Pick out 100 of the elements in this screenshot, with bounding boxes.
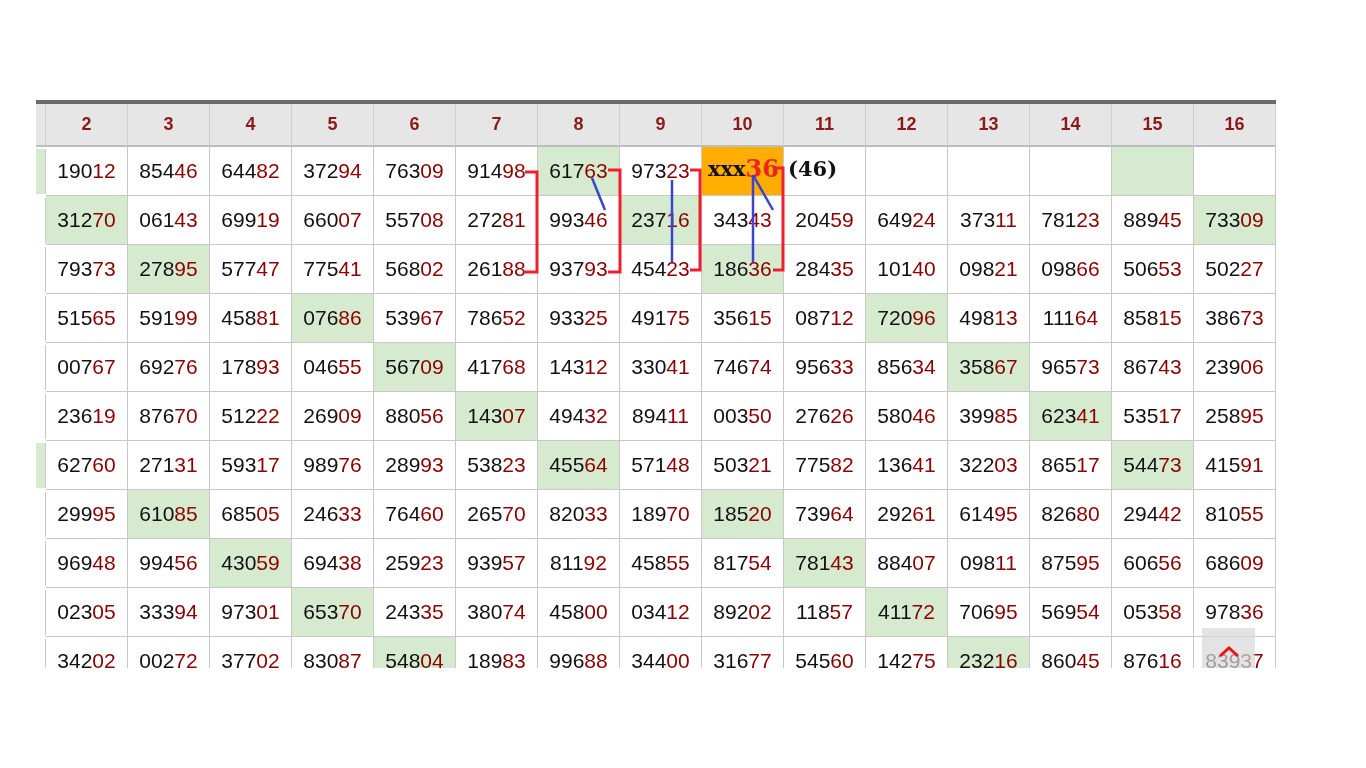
table-cell: 35867 [948,343,1030,392]
table-cell: 28993 [374,441,456,490]
table-cell: 34400 [620,637,702,668]
table-cell: 45564 [538,441,620,490]
table-cell: 89411 [620,392,702,441]
table-cell: 78143 [784,539,866,588]
table-cell: 45800 [538,588,620,637]
table-cell: 85446 [128,147,210,196]
table-cell: 26188 [456,245,538,294]
table-cell: 72096 [866,294,948,343]
table-cell: 76309 [374,147,456,196]
table-cell: 85815 [1112,294,1194,343]
table-cell: 99688 [538,637,620,668]
table-cell: 95633 [784,343,866,392]
column-header: 8 [538,104,620,147]
table-cell: 23906 [1194,343,1276,392]
table-cell: 81055 [1194,490,1276,539]
table-cell: 25895 [1194,392,1276,441]
column-header: 6 [374,104,456,147]
table-cell: 61495 [948,490,1030,539]
table-cell: 77582 [784,441,866,490]
table-cell: 18520 [702,490,784,539]
table-cell: 17893 [210,343,292,392]
table-cell: 14307 [456,392,538,441]
column-header: 7 [456,104,538,147]
table-cell: 60656 [1112,539,1194,588]
header-cell [36,104,46,147]
table-cell: 74674 [702,343,784,392]
table-cell: 93793 [538,245,620,294]
table-cell: 41591 [1194,441,1276,490]
table-cell: 66007 [292,196,374,245]
table-cell: 54560 [784,637,866,668]
column-header: 11 [784,104,866,147]
table-cell: 86743 [1112,343,1194,392]
table-cell: 33394 [128,588,210,637]
table-cell: 00272 [128,637,210,668]
table-cell: 37702 [210,637,292,668]
table-cell: 38673 [1194,294,1276,343]
table-cell: 62760 [46,441,128,490]
column-header: 3 [128,104,210,147]
table-cell: 87616 [1112,637,1194,668]
table-cell: 29442 [1112,490,1194,539]
column-header: 5 [292,104,374,147]
table-cell: 34202 [46,637,128,668]
table-cell: 31270 [46,196,128,245]
table-cell: 61085 [128,490,210,539]
table-cell: 18983 [456,637,538,668]
column-header: 16 [1194,104,1276,147]
table-cell: 82680 [1030,490,1112,539]
column-header: 13 [948,104,1030,147]
table-cell: 28435 [784,245,866,294]
table-cell: 58046 [866,392,948,441]
table-cell: 93325 [538,294,620,343]
table-cell: 37294 [292,147,374,196]
column-header: 4 [210,104,292,147]
table-cell: 49175 [620,294,702,343]
table-cell: 20459 [784,196,866,245]
table-cell: 64924 [866,196,948,245]
table-cell: 26570 [456,490,538,539]
table-cell: 23216 [948,637,1030,668]
table-cell: 14312 [538,343,620,392]
table-cell: 13641 [866,441,948,490]
table-cell: 68609 [1194,539,1276,588]
table-cell: 50653 [1112,245,1194,294]
table-cell: 45855 [620,539,702,588]
table-cell: 57747 [210,245,292,294]
table-cell: 32203 [948,441,1030,490]
table-cell: 78123 [1030,196,1112,245]
table-cell: 38074 [456,588,538,637]
table-cell: 43059 [210,539,292,588]
table-cell: 18636 [702,245,784,294]
table-cell: 64482 [210,147,292,196]
table-cell: 00767 [46,343,128,392]
column-header: 14 [1030,104,1112,147]
column-header: 10 [702,104,784,147]
table-cell: 59199 [128,294,210,343]
table-cell: 29261 [866,490,948,539]
table-cell: 03412 [620,588,702,637]
column-header: 15 [1112,104,1194,147]
table-cell: 54804 [374,637,456,668]
table-cell: (46) [784,147,866,196]
table-cell: 56802 [374,245,456,294]
table-cell: 23619 [46,392,128,441]
table-cell: 50227 [1194,245,1276,294]
table-cell: 59317 [210,441,292,490]
table-cell: 62341 [1030,392,1112,441]
column-header: 9 [620,104,702,147]
table-cell: 37311 [948,196,1030,245]
table-cell: 09866 [1030,245,1112,294]
table-cell: 65370 [292,588,374,637]
table-cell: 96948 [46,539,128,588]
table-cell: 26909 [292,392,374,441]
table-cell: 09821 [948,245,1030,294]
table-cell: 87595 [1030,539,1112,588]
table-cell: 55708 [374,196,456,245]
table-cell: 51222 [210,392,292,441]
table-cell: 31677 [702,637,784,668]
table-cell: 82033 [538,490,620,539]
table-cell: 57148 [620,441,702,490]
table-cell: 02305 [46,588,128,637]
